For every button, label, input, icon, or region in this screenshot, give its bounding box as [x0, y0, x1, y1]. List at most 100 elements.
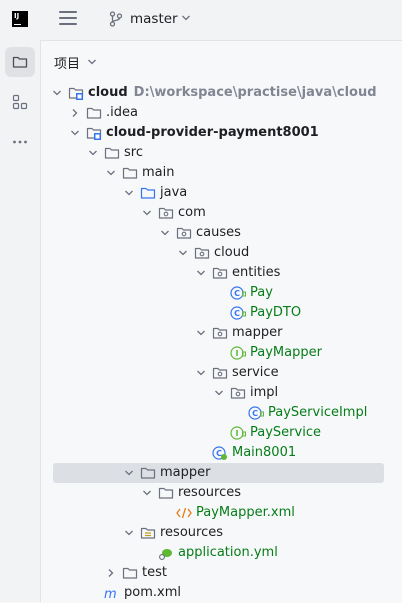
interface-icon: I — [230, 426, 246, 440]
tree-item-label: resources — [178, 485, 242, 500]
title-bar: IJ master — [0, 0, 402, 41]
module-path: D:\workspace\practise\java\cloud — [133, 85, 377, 100]
tree-row[interactable]: I PayService — [41, 423, 402, 443]
class-icon: C — [230, 306, 246, 320]
tree-item-label: impl — [250, 385, 279, 400]
tree-row[interactable]: C PayDTO — [41, 303, 402, 323]
tree-row[interactable]: service — [41, 363, 402, 383]
tree-item-label: application.yml — [178, 545, 278, 560]
interface-icon: I — [230, 346, 246, 360]
tree-item-label: resources — [160, 525, 224, 540]
package-icon — [212, 327, 228, 339]
more-tools-button[interactable] — [5, 127, 35, 157]
chevron-down-icon[interactable] — [124, 468, 134, 478]
tree-item-label: PayMapper — [250, 345, 322, 360]
tree-row[interactable]: C Pay — [41, 283, 402, 303]
tree-item-label: main — [142, 165, 175, 180]
package-icon — [176, 227, 192, 239]
branch-name[interactable]: master — [130, 11, 178, 27]
main-menu-icon[interactable] — [59, 11, 77, 27]
chevron-down-icon[interactable] — [142, 208, 152, 218]
tree-row[interactable]: test — [41, 563, 402, 583]
xml-icon — [176, 507, 192, 519]
folder-icon — [122, 167, 138, 179]
tree-row[interactable]: application.yml — [41, 543, 402, 563]
chevron-down-icon[interactable] — [181, 13, 191, 23]
chevron-down-icon[interactable] — [178, 248, 188, 258]
yaml-icon — [159, 549, 172, 560]
tree-row[interactable]: .idea — [41, 103, 402, 123]
svg-text:m: m — [104, 587, 117, 601]
tree-item-label: causes — [196, 225, 241, 240]
intellij-logo-icon[interactable]: IJ — [12, 11, 28, 27]
tree-row[interactable]: C Main8001 — [41, 443, 402, 463]
svg-text:I: I — [236, 349, 239, 358]
tree-row[interactable]: C PayServiceImpl — [41, 403, 402, 423]
package-icon — [194, 247, 210, 259]
module-icon — [86, 127, 102, 140]
tree-item-label: PayService — [250, 425, 321, 440]
folder-icon — [12, 56, 28, 68]
tree-row[interactable]: mapper — [41, 323, 402, 343]
chevron-down-icon[interactable] — [70, 128, 80, 138]
tree-row[interactable]: cloud — [41, 243, 402, 263]
tree-row[interactable]: resources — [41, 523, 402, 543]
tree-item-label: PayDTO — [250, 305, 302, 320]
tree-row[interactable]: com — [41, 203, 402, 223]
tree-row[interactable]: resources — [41, 483, 402, 503]
chevron-down-icon[interactable] — [124, 188, 134, 198]
chevron-right-icon[interactable] — [106, 568, 116, 578]
tree-row[interactable]: java — [41, 183, 402, 203]
tree-row[interactable]: entities — [41, 263, 402, 283]
tree-item-label: service — [232, 365, 279, 380]
structure-tool-button[interactable] — [5, 87, 35, 117]
tool-window-strip — [0, 40, 41, 602]
chevron-down-icon[interactable] — [106, 168, 116, 178]
tree-item-label: mapper — [160, 465, 211, 480]
tree-item-label: Main8001 — [232, 445, 297, 460]
chevron-right-icon[interactable] — [70, 108, 80, 118]
chevron-down-icon[interactable] — [196, 328, 206, 338]
tree-item-label: src — [124, 145, 143, 160]
tree-row[interactable]: I PayMapper — [41, 343, 402, 363]
logo-text: IJ — [14, 12, 20, 20]
chevron-down-icon[interactable] — [52, 88, 62, 98]
chevron-down-icon[interactable] — [196, 268, 206, 278]
package-icon — [212, 367, 228, 379]
panel-title[interactable]: 项目 — [54, 53, 80, 72]
project-tool-button[interactable] — [5, 47, 35, 77]
git-branch-icon[interactable] — [109, 11, 123, 27]
svg-text:I: I — [236, 429, 239, 438]
tree-row[interactable]: main — [41, 163, 402, 183]
tree-row[interactable]: cloud-provider-payment8001 — [41, 123, 402, 143]
class-icon: C — [248, 406, 264, 420]
class-icon: C — [230, 286, 246, 300]
tree-row[interactable]: mapper — [41, 463, 402, 483]
tree-row[interactable]: m pom.xml — [41, 583, 402, 603]
tree-row[interactable]: src — [41, 143, 402, 163]
maven-icon: m — [104, 587, 117, 601]
tree-item-label: .idea — [106, 105, 138, 120]
chevron-down-icon[interactable] — [214, 388, 224, 398]
chevron-down-icon[interactable] — [196, 368, 206, 378]
tree-row[interactable]: cloud D:\workspace\practise\java\cloud — [41, 83, 402, 103]
folder-icon — [158, 487, 174, 499]
tree-item-label: test — [142, 565, 167, 580]
tree-item-label: cloud-provider-payment8001 — [106, 125, 319, 140]
module-icon — [68, 87, 84, 100]
tree-row[interactable]: causes — [41, 223, 402, 243]
tree-row[interactable]: impl — [41, 383, 402, 403]
package-icon — [230, 387, 246, 399]
tree-item-label: PayMapper.xml — [196, 505, 295, 520]
chevron-down-icon[interactable] — [124, 528, 134, 538]
chevron-down-icon[interactable] — [87, 57, 97, 67]
chevron-down-icon[interactable] — [160, 228, 170, 238]
chevron-down-icon[interactable] — [142, 488, 152, 498]
folder-icon — [140, 467, 156, 479]
project-panel-header: 项目 — [41, 41, 402, 81]
tree-item-label: PayServiceImpl — [268, 405, 368, 420]
package-icon — [158, 207, 174, 219]
chevron-down-icon[interactable] — [88, 148, 98, 158]
tree-item-label: pom.xml — [124, 585, 181, 600]
tree-row[interactable]: PayMapper.xml — [41, 503, 402, 523]
